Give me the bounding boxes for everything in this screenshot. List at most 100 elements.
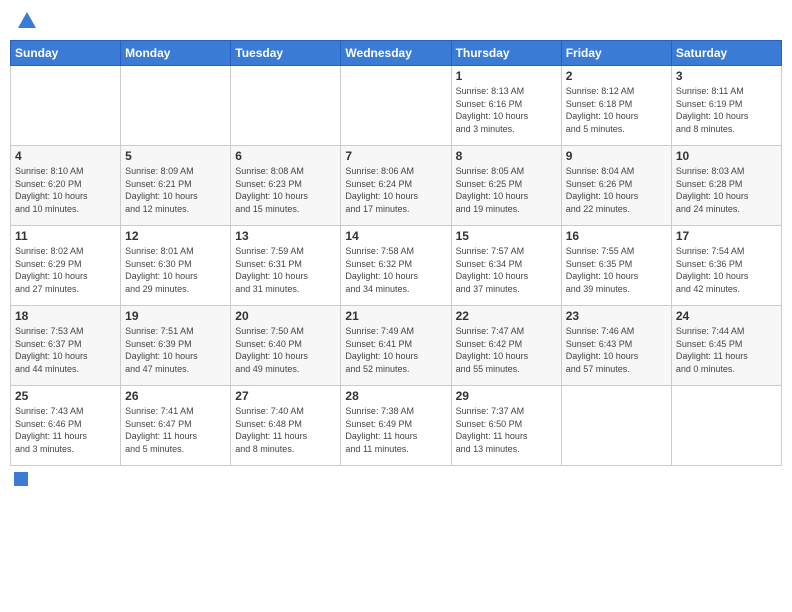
day-number: 28 bbox=[345, 389, 446, 403]
day-info: Sunrise: 7:53 AM Sunset: 6:37 PM Dayligh… bbox=[15, 325, 116, 375]
day-info: Sunrise: 7:38 AM Sunset: 6:49 PM Dayligh… bbox=[345, 405, 446, 455]
day-number: 2 bbox=[566, 69, 667, 83]
calendar-cell: 1 Sunrise: 8:13 AM Sunset: 6:16 PM Daylig… bbox=[451, 66, 561, 146]
day-info: Sunrise: 7:46 AM Sunset: 6:43 PM Dayligh… bbox=[566, 325, 667, 375]
calendar-cell: 29Sunrise: 7:37 AM Sunset: 6:50 PM Dayli… bbox=[451, 386, 561, 466]
calendar-cell: 27 Sunrise: 7:40 AM Sunset: 6:48 PM Dayli… bbox=[231, 386, 341, 466]
calendar-cell bbox=[561, 386, 671, 466]
day-number: 23 bbox=[566, 309, 667, 323]
calendar-cell: 15Sunrise: 7:57 AM Sunset: 6:34 PM Dayli… bbox=[451, 226, 561, 306]
day-info: Sunrise: 7:44 AM Sunset: 6:45 PM Dayligh… bbox=[676, 325, 777, 375]
calendar-cell: 20Sunrise: 7:50 AM Sunset: 6:40 PM Dayli… bbox=[231, 306, 341, 386]
calendar-cell: 26 Sunrise: 7:41 AM Sunset: 6:47 PM Dayli… bbox=[121, 386, 231, 466]
day-number: 22 bbox=[456, 309, 557, 323]
calendar-cell: 8 Sunrise: 8:05 AM Sunset: 6:25 PM Daylig… bbox=[451, 146, 561, 226]
day-info: Sunrise: 8:03 AM Sunset: 6:28 PM Dayligh… bbox=[676, 165, 777, 215]
day-info: Sunrise: 8:09 AM Sunset: 6:21 PM Dayligh… bbox=[125, 165, 226, 215]
day-number: 19 bbox=[125, 309, 226, 323]
calendar-week-row: 4Sunrise: 8:10 AM Sunset: 6:20 PM Daylig… bbox=[11, 146, 782, 226]
day-number: 14 bbox=[345, 229, 446, 243]
calendar-day-header: Wednesday bbox=[341, 41, 451, 66]
calendar-cell bbox=[121, 66, 231, 146]
day-number: 1 bbox=[456, 69, 557, 83]
calendar-cell: 14 Sunrise: 7:58 AM Sunset: 6:32 PM Dayli… bbox=[341, 226, 451, 306]
calendar-day-header: Monday bbox=[121, 41, 231, 66]
calendar-cell bbox=[11, 66, 121, 146]
calendar-day-header: Friday bbox=[561, 41, 671, 66]
calendar-header-row: SundayMondayTuesdayWednesdayThursdayFrid… bbox=[11, 41, 782, 66]
day-number: 18 bbox=[15, 309, 116, 323]
calendar-day-header: Tuesday bbox=[231, 41, 341, 66]
day-info: Sunrise: 7:54 AM Sunset: 6:36 PM Dayligh… bbox=[676, 245, 777, 295]
day-number: 11 bbox=[15, 229, 116, 243]
calendar-cell: 10 Sunrise: 8:03 AM Sunset: 6:28 PM Dayli… bbox=[671, 146, 781, 226]
day-info: Sunrise: 7:47 AM Sunset: 6:42 PM Dayligh… bbox=[456, 325, 557, 375]
day-number: 26 bbox=[125, 389, 226, 403]
calendar-cell: 11 Sunrise: 8:02 AM Sunset: 6:29 PM Dayli… bbox=[11, 226, 121, 306]
day-number: 3 bbox=[676, 69, 777, 83]
calendar-cell: 16 Sunrise: 7:55 AM Sunset: 6:35 PM Dayli… bbox=[561, 226, 671, 306]
calendar-cell: 23 Sunrise: 7:46 AM Sunset: 6:43 PM Dayli… bbox=[561, 306, 671, 386]
calendar-day-header: Thursday bbox=[451, 41, 561, 66]
calendar-cell: 18 Sunrise: 7:53 AM Sunset: 6:37 PM Dayli… bbox=[11, 306, 121, 386]
calendar-cell bbox=[671, 386, 781, 466]
day-info: Sunrise: 8:12 AM Sunset: 6:18 PM Dayligh… bbox=[566, 85, 667, 135]
day-info: Sunrise: 8:10 AM Sunset: 6:20 PM Dayligh… bbox=[15, 165, 116, 215]
logo-general bbox=[14, 10, 38, 32]
calendar-cell: 2 Sunrise: 8:12 AM Sunset: 6:18 PM Daylig… bbox=[561, 66, 671, 146]
calendar-week-row: 11 Sunrise: 8:02 AM Sunset: 6:29 PM Dayli… bbox=[11, 226, 782, 306]
day-number: 27 bbox=[235, 389, 336, 403]
day-info: Sunrise: 8:08 AM Sunset: 6:23 PM Dayligh… bbox=[235, 165, 336, 215]
day-number: 24 bbox=[676, 309, 777, 323]
day-number: 12 bbox=[125, 229, 226, 243]
day-info: Sunrise: 8:02 AM Sunset: 6:29 PM Dayligh… bbox=[15, 245, 116, 295]
day-number: 7 bbox=[345, 149, 446, 163]
calendar-cell: 22 Sunrise: 7:47 AM Sunset: 6:42 PM Dayli… bbox=[451, 306, 561, 386]
calendar-cell: 19Sunrise: 7:51 AM Sunset: 6:39 PM Dayli… bbox=[121, 306, 231, 386]
day-info: Sunrise: 7:40 AM Sunset: 6:48 PM Dayligh… bbox=[235, 405, 336, 455]
day-number: 9 bbox=[566, 149, 667, 163]
day-info: Sunrise: 7:59 AM Sunset: 6:31 PM Dayligh… bbox=[235, 245, 336, 295]
calendar-cell: 21 Sunrise: 7:49 AM Sunset: 6:41 PM Dayli… bbox=[341, 306, 451, 386]
calendar-day-header: Sunday bbox=[11, 41, 121, 66]
calendar-cell bbox=[341, 66, 451, 146]
day-number: 15 bbox=[456, 229, 557, 243]
legend bbox=[10, 472, 782, 486]
day-info: Sunrise: 7:50 AM Sunset: 6:40 PM Dayligh… bbox=[235, 325, 336, 375]
calendar-week-row: 1 Sunrise: 8:13 AM Sunset: 6:16 PM Daylig… bbox=[11, 66, 782, 146]
day-info: Sunrise: 7:49 AM Sunset: 6:41 PM Dayligh… bbox=[345, 325, 446, 375]
day-info: Sunrise: 7:43 AM Sunset: 6:46 PM Dayligh… bbox=[15, 405, 116, 455]
day-number: 16 bbox=[566, 229, 667, 243]
day-number: 6 bbox=[235, 149, 336, 163]
day-info: Sunrise: 7:55 AM Sunset: 6:35 PM Dayligh… bbox=[566, 245, 667, 295]
calendar-cell: 17 Sunrise: 7:54 AM Sunset: 6:36 PM Dayli… bbox=[671, 226, 781, 306]
day-number: 25 bbox=[15, 389, 116, 403]
calendar-cell: 13Sunrise: 7:59 AM Sunset: 6:31 PM Dayli… bbox=[231, 226, 341, 306]
day-info: Sunrise: 8:11 AM Sunset: 6:19 PM Dayligh… bbox=[676, 85, 777, 135]
day-number: 21 bbox=[345, 309, 446, 323]
calendar-cell: 28 Sunrise: 7:38 AM Sunset: 6:49 PM Dayli… bbox=[341, 386, 451, 466]
day-number: 10 bbox=[676, 149, 777, 163]
day-info: Sunrise: 8:13 AM Sunset: 6:16 PM Dayligh… bbox=[456, 85, 557, 135]
day-info: Sunrise: 8:05 AM Sunset: 6:25 PM Dayligh… bbox=[456, 165, 557, 215]
calendar-body: 1 Sunrise: 8:13 AM Sunset: 6:16 PM Daylig… bbox=[11, 66, 782, 466]
calendar-cell: 5 Sunrise: 8:09 AM Sunset: 6:21 PM Daylig… bbox=[121, 146, 231, 226]
calendar-cell: 6 Sunrise: 8:08 AM Sunset: 6:23 PM Daylig… bbox=[231, 146, 341, 226]
day-number: 17 bbox=[676, 229, 777, 243]
calendar-cell: 25 Sunrise: 7:43 AM Sunset: 6:46 PM Dayli… bbox=[11, 386, 121, 466]
calendar-week-row: 25 Sunrise: 7:43 AM Sunset: 6:46 PM Dayli… bbox=[11, 386, 782, 466]
calendar-week-row: 18 Sunrise: 7:53 AM Sunset: 6:37 PM Dayli… bbox=[11, 306, 782, 386]
day-info: Sunrise: 8:01 AM Sunset: 6:30 PM Dayligh… bbox=[125, 245, 226, 295]
day-number: 5 bbox=[125, 149, 226, 163]
day-number: 8 bbox=[456, 149, 557, 163]
legend-box bbox=[14, 472, 28, 486]
page-header bbox=[10, 10, 782, 32]
calendar-cell bbox=[231, 66, 341, 146]
calendar-cell: 9Sunrise: 8:04 AM Sunset: 6:26 PM Daylig… bbox=[561, 146, 671, 226]
calendar-cell: 12 Sunrise: 8:01 AM Sunset: 6:30 PM Dayli… bbox=[121, 226, 231, 306]
calendar-cell: 24 Sunrise: 7:44 AM Sunset: 6:45 PM Dayli… bbox=[671, 306, 781, 386]
day-info: Sunrise: 7:41 AM Sunset: 6:47 PM Dayligh… bbox=[125, 405, 226, 455]
day-number: 29 bbox=[456, 389, 557, 403]
calendar-cell: 3 Sunrise: 8:11 AM Sunset: 6:19 PM Daylig… bbox=[671, 66, 781, 146]
day-info: Sunrise: 7:58 AM Sunset: 6:32 PM Dayligh… bbox=[345, 245, 446, 295]
